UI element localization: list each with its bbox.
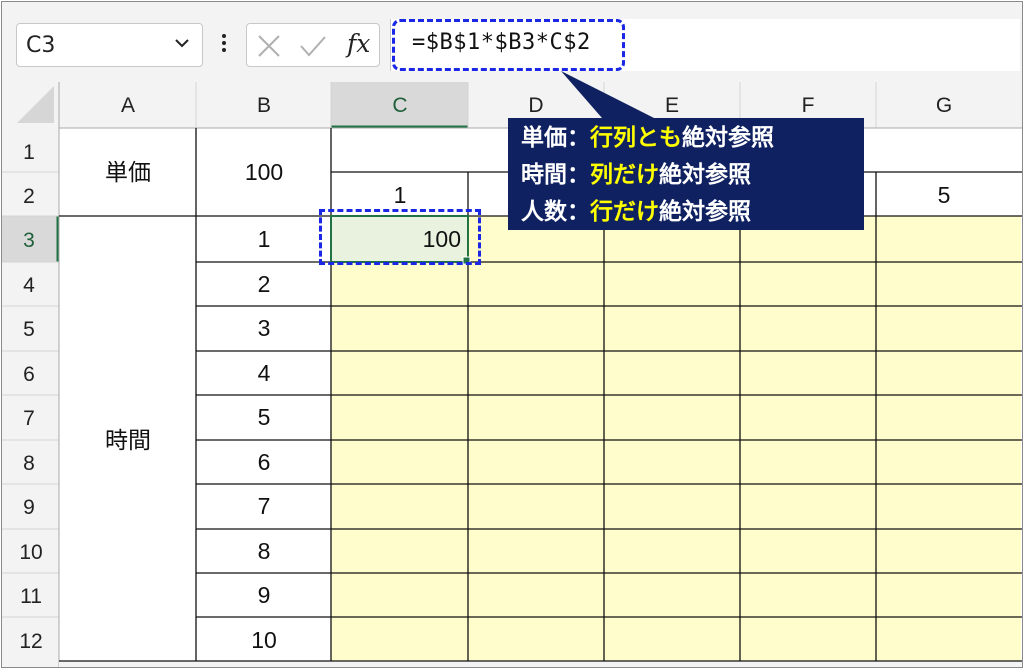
column-header-a[interactable]: A [121, 94, 135, 117]
cell-b6[interactable]: 4 [258, 360, 271, 386]
cell-b11[interactable]: 9 [258, 582, 271, 608]
cell-b12[interactable]: 10 [251, 627, 277, 653]
formula-highlight-box [392, 19, 625, 71]
row-header-9[interactable]: 9 [23, 496, 35, 519]
worksheet-grid: A B C D E F G 1 2 3 4 5 6 7 8 9 10 11 12 [2, 71, 1022, 667]
cell-b5[interactable]: 3 [258, 315, 271, 341]
column-header-c[interactable]: C [392, 94, 407, 117]
column-header-b[interactable]: B [257, 94, 271, 117]
column-header-e[interactable]: E [665, 94, 679, 117]
cell-g2[interactable]: 5 [938, 182, 951, 208]
row-header-3[interactable]: 3 [23, 229, 35, 252]
cell-b7[interactable]: 5 [258, 404, 271, 430]
row-header-6[interactable]: 6 [23, 363, 35, 386]
row-header-8[interactable]: 8 [23, 452, 35, 475]
callout-line-2: 時間：列だけ絶対参照 [521, 162, 751, 188]
row-header-5[interactable]: 5 [23, 318, 35, 341]
row-header-11[interactable]: 11 [20, 585, 42, 608]
callout-line-1: 単価：行列とも絶対参照 [521, 125, 774, 151]
cell-b1[interactable]: 100 [245, 159, 283, 185]
callout-text: 単価：行列とも絶対参照 時間：列だけ絶対参照 人数：行だけ絶対参照 [521, 120, 774, 231]
cell-b8[interactable]: 6 [258, 449, 271, 475]
callout-line-3: 人数：行だけ絶対参照 [521, 199, 751, 225]
row-header-2[interactable]: 2 [23, 185, 35, 208]
excel-window: C3 fx =$B$1*$B3*C$2 A B C D E F G 1 2 3 … [1, 1, 1023, 668]
cell-b3[interactable]: 1 [258, 226, 271, 252]
cell-c2[interactable]: 1 [394, 182, 407, 208]
cell-a3[interactable]: 時間 [105, 427, 151, 453]
input-area-fill [331, 216, 1021, 661]
cell-b4[interactable]: 2 [258, 271, 271, 297]
cell-b9[interactable]: 7 [258, 493, 271, 519]
cell-highlight-box [319, 209, 481, 265]
row-header-7[interactable]: 7 [23, 407, 35, 430]
cell-b10[interactable]: 8 [258, 538, 271, 564]
row-header-10[interactable]: 10 [19, 541, 42, 564]
column-header-f[interactable]: F [802, 94, 815, 117]
column-header-d[interactable]: D [528, 94, 543, 117]
row-header-4[interactable]: 4 [23, 274, 35, 297]
row-header-12[interactable]: 12 [19, 630, 42, 653]
column-header-g[interactable]: G [936, 94, 952, 117]
cell-a1[interactable]: 単価 [105, 159, 151, 185]
row-header-1[interactable]: 1 [23, 141, 35, 164]
